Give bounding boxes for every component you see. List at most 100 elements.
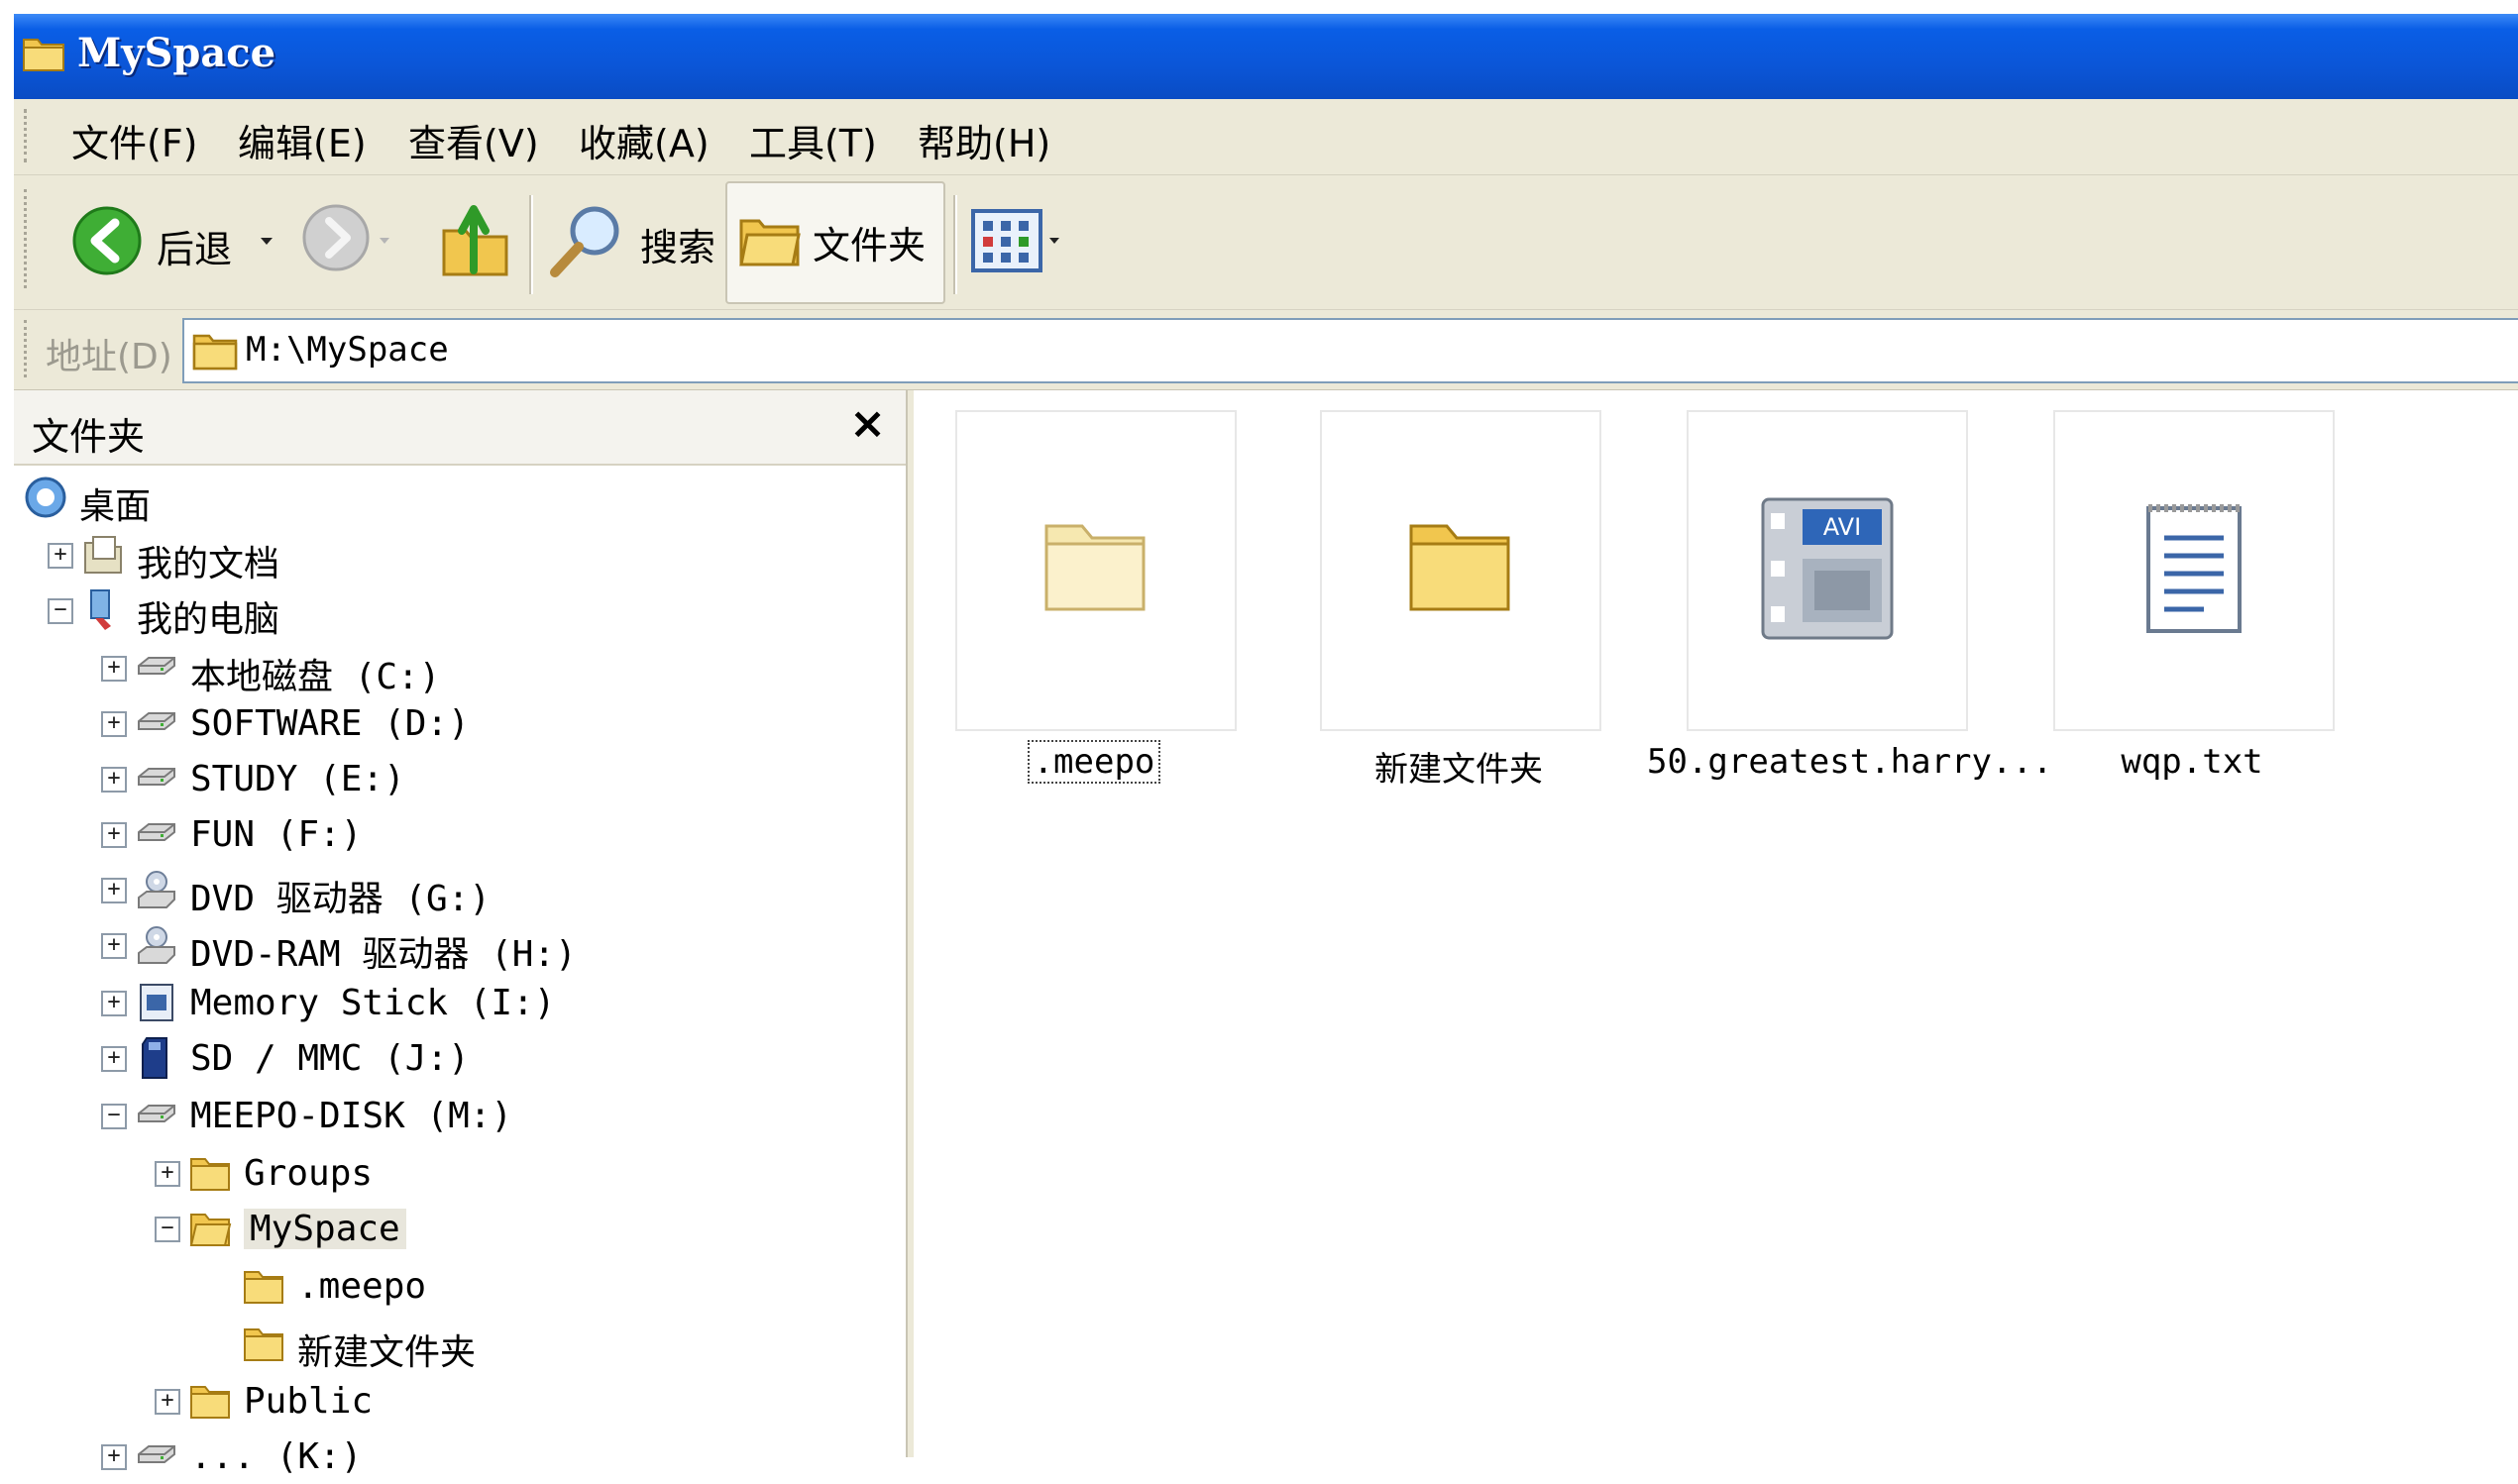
up-folder-icon[interactable]: [440, 201, 511, 278]
menu-help[interactable]: 帮助(H): [918, 113, 1050, 167]
my-computer-icon: [81, 588, 125, 632]
folders-label: 文件夹: [813, 224, 927, 267]
file-thumbnail[interactable]: AVI: [1687, 410, 1968, 731]
search-label: 搜索: [640, 226, 716, 269]
forward-button[interactable]: [301, 201, 400, 284]
collapse-icon[interactable]: −: [48, 598, 73, 624]
menu-file[interactable]: 文件(F): [71, 113, 198, 167]
close-icon[interactable]: ×: [849, 398, 886, 449]
menu-grip[interactable]: [24, 109, 31, 162]
toolbar-grip[interactable]: [24, 189, 31, 288]
collapse-icon[interactable]: −: [155, 1217, 180, 1242]
menu-tools[interactable]: 工具(T): [749, 113, 877, 167]
file-name[interactable]: wqp.txt: [2014, 742, 2370, 782]
tree-item-label: 本地磁盘 (C:): [190, 657, 441, 697]
left-edge: [0, 0, 14, 1457]
chevron-down-icon[interactable]: [1048, 237, 1060, 245]
address-grip[interactable]: [24, 320, 31, 377]
folder-light-icon: [1037, 514, 1155, 627]
tree-item-label: SOFTWARE (D:): [190, 703, 470, 744]
tree-item[interactable]: 桌面: [24, 472, 886, 527]
expand-icon[interactable]: +: [101, 878, 127, 903]
my-documents-icon: [81, 533, 125, 577]
folder-icon: [188, 1151, 232, 1195]
file-thumbnail[interactable]: [2053, 410, 2335, 731]
file-name-text: .meepo: [1027, 740, 1161, 784]
address-label: 地址(D): [46, 337, 172, 377]
cropped-top-strip: [0, 0, 2518, 14]
tree-item[interactable]: + STUDY (E:): [77, 753, 886, 806]
tree-item-label: SD / MMC (J:): [190, 1038, 470, 1079]
tree-item[interactable]: + FUN (F:): [77, 808, 886, 862]
address-value: M:\MySpace: [246, 330, 449, 370]
search-icon: [550, 206, 619, 277]
file-name-text: 新建文件夹: [1374, 750, 1543, 790]
chevron-down-icon[interactable]: [379, 237, 390, 245]
tree-item[interactable]: + SOFTWARE (D:): [77, 697, 886, 751]
drive-icon: [135, 812, 178, 856]
tree-item[interactable]: + Memory Stick (I:): [77, 977, 886, 1030]
file-thumbnail[interactable]: [955, 410, 1237, 731]
address-input[interactable]: M:\MySpace: [182, 318, 2518, 383]
tree-item[interactable]: + SD / MMC (J:): [77, 1032, 886, 1086]
expand-icon[interactable]: +: [155, 1389, 180, 1415]
expand-icon[interactable]: +: [101, 767, 127, 793]
collapse-icon[interactable]: −: [101, 1104, 127, 1129]
search-button[interactable]: 搜索: [543, 197, 717, 286]
tree-item[interactable]: − MEEPO-DISK (M:): [77, 1090, 886, 1143]
file-name[interactable]: .meepo: [916, 740, 1272, 784]
tree-item-label: FUN (F:): [190, 814, 363, 855]
window-title: MySpace: [77, 30, 276, 76]
views-button[interactable]: [969, 205, 1078, 280]
tree-item-label: 我的文档: [137, 544, 280, 584]
back-button[interactable]: 后退: [65, 197, 303, 286]
tree-item[interactable]: − MySpace: [131, 1203, 886, 1256]
drive-icon: [135, 1434, 178, 1478]
menu-favorites[interactable]: 收藏(A): [579, 113, 710, 167]
folder-pane-header: 文件夹 ×: [14, 390, 906, 466]
tree-item[interactable]: + Public: [131, 1375, 886, 1429]
folder-icon: [242, 1322, 285, 1365]
folders-button[interactable]: 文件夹: [725, 181, 945, 304]
expand-icon[interactable]: +: [101, 1444, 127, 1470]
expand-icon[interactable]: +: [101, 711, 127, 737]
expand-icon[interactable]: +: [101, 991, 127, 1016]
tree-item[interactable]: − 我的电脑: [24, 584, 886, 640]
tree-item[interactable]: 新建文件夹: [184, 1318, 886, 1373]
tree-item-label: STUDY (E:): [190, 759, 405, 799]
tree-item-label: .meepo: [297, 1266, 427, 1307]
tree-item[interactable]: + DVD-RAM 驱动器 (H:): [77, 919, 886, 975]
tree-item[interactable]: + DVD 驱动器 (G:): [77, 864, 886, 919]
tree-item-label: DVD-RAM 驱动器 (H:): [190, 934, 577, 975]
folder-icon: [188, 1379, 232, 1423]
file-name[interactable]: 50.greatest.harry...: [1647, 742, 2052, 782]
tree-item[interactable]: .meepo: [184, 1260, 886, 1314]
back-arrow-icon: [72, 206, 142, 275]
tree-item[interactable]: +... (K:): [77, 1431, 886, 1484]
memory-stick-icon: [135, 981, 178, 1024]
tree-item-label: Groups: [244, 1153, 374, 1194]
chevron-down-icon[interactable]: [260, 237, 274, 247]
dvd-drive-icon: [135, 868, 178, 911]
expand-icon[interactable]: +: [48, 543, 73, 569]
title-bar[interactable]: MySpace: [14, 14, 2518, 99]
folder-icon: [242, 1264, 285, 1308]
tree-item-label: 新建文件夹: [297, 1332, 477, 1373]
expand-icon[interactable]: +: [101, 1046, 127, 1072]
menu-edit[interactable]: 编辑(E): [238, 113, 367, 167]
expand-icon[interactable]: +: [101, 656, 127, 682]
tree-item[interactable]: + Groups: [131, 1147, 886, 1201]
tree-item[interactable]: + 我的文档: [24, 529, 886, 584]
expand-icon[interactable]: +: [101, 933, 127, 959]
drive-icon: [135, 646, 178, 689]
menu-view[interactable]: 查看(V): [408, 113, 539, 167]
tree-item[interactable]: + 本地磁盘 (C:): [77, 642, 886, 697]
file-thumbnail[interactable]: [1320, 410, 1601, 731]
expand-icon[interactable]: +: [101, 822, 127, 848]
desktop-icon: [24, 476, 67, 519]
file-name[interactable]: 新建文件夹: [1280, 742, 1637, 791]
expand-icon[interactable]: +: [155, 1161, 180, 1187]
folder-icon: [23, 39, 64, 71]
tree-item-label: MySpace: [244, 1209, 406, 1249]
drive-icon: [135, 701, 178, 745]
